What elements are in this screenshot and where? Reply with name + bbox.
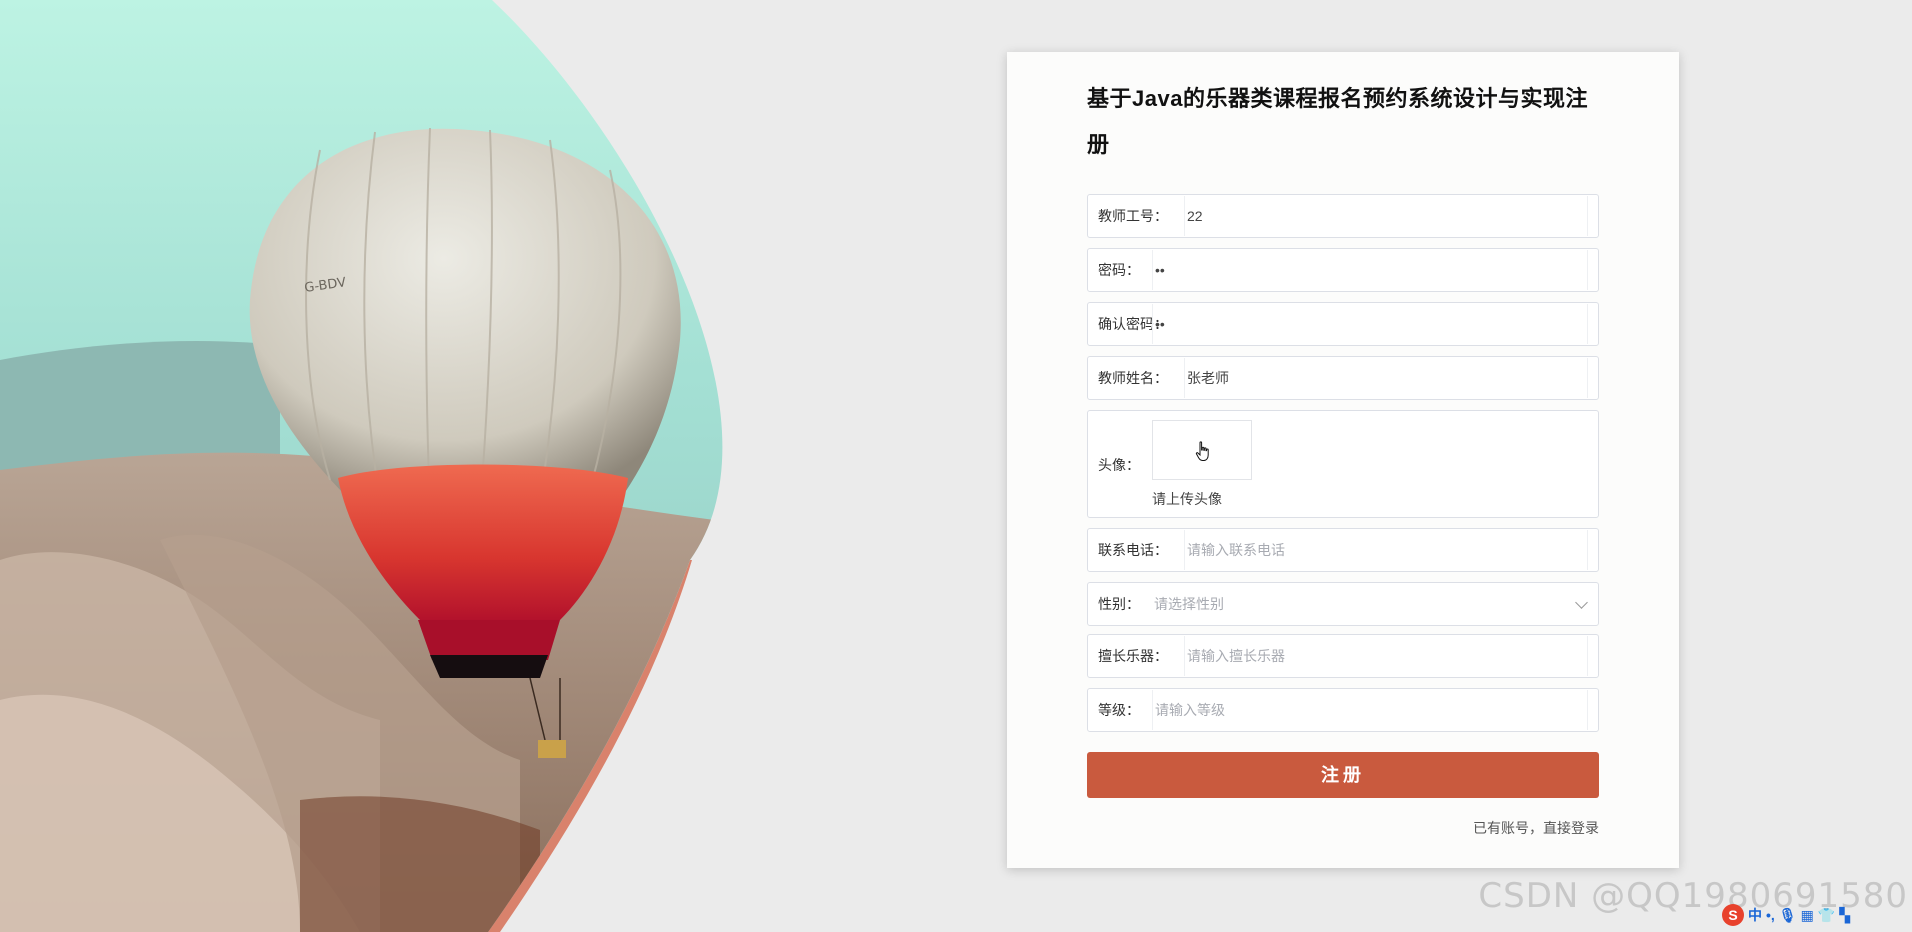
level-label: 等级：	[1098, 702, 1140, 718]
avatar-label: 头像：	[1098, 457, 1140, 473]
toolbox-icon[interactable]: ▚	[1839, 907, 1850, 924]
login-link[interactable]: 已有账号，直接登录	[1473, 818, 1599, 838]
ime-logo-icon[interactable]: S	[1722, 904, 1744, 926]
hand-cursor-icon	[1195, 441, 1209, 461]
teacher-id-label: 教师工号：	[1098, 208, 1168, 224]
instrument-field: 擅长乐器： 请输入擅长乐器	[1087, 634, 1599, 678]
register-button[interactable]: 注册	[1087, 752, 1599, 798]
phone-label: 联系电话：	[1098, 542, 1168, 558]
hero-image: G-BDV	[0, 0, 880, 932]
level-input[interactable]: 请输入等级	[1152, 690, 1588, 730]
gender-label: 性别：	[1098, 596, 1140, 612]
phone-field: 联系电话： 请输入联系电话	[1087, 528, 1599, 572]
punctuation-icon[interactable]: •,	[1766, 907, 1775, 923]
teacher-id-input[interactable]: 22	[1184, 196, 1588, 236]
page-title: 基于Java的乐器类课程报名预约系统设计与实现注册	[1087, 86, 1588, 157]
gender-select[interactable]: 请选择性别	[1152, 584, 1598, 624]
ime-mode-indicator[interactable]: 中	[1748, 905, 1762, 925]
ime-toolbar[interactable]: S 中 •, 🎙 ▦ 👕 ▚	[1722, 904, 1850, 926]
teacher-name-input[interactable]: 张老师	[1184, 358, 1588, 398]
teacher-name-label: 教师姓名：	[1098, 370, 1168, 386]
instrument-label: 擅长乐器：	[1098, 648, 1168, 664]
microphone-icon[interactable]: 🎙	[1779, 907, 1797, 924]
level-field: 等级： 请输入等级	[1087, 688, 1599, 732]
avatar-upload-button[interactable]	[1152, 420, 1252, 480]
teacher-name-field: 教师姓名： 张老师	[1087, 356, 1599, 400]
confirm-password-input[interactable]: ••	[1152, 304, 1588, 344]
keyboard-icon[interactable]: ▦	[1801, 907, 1814, 924]
teacher-id-field: 教师工号： 22	[1087, 194, 1599, 238]
gender-field: 性别： 请选择性别	[1087, 582, 1599, 626]
register-card: 基于Java的乐器类课程报名预约系统设计与实现注册 教师工号： 22 密码： •…	[1007, 52, 1679, 868]
skin-icon[interactable]: 👕	[1818, 907, 1835, 924]
avatar-field: 头像： 请上传头像	[1087, 410, 1599, 518]
password-input[interactable]: ••	[1152, 250, 1588, 290]
confirm-password-field: 确认密码： ••	[1087, 302, 1599, 346]
password-label: 密码：	[1098, 262, 1140, 278]
avatar-upload-hint: 请上传头像	[1152, 491, 1222, 507]
page: G-BDV 基于Java的乐器类课程报名预约系统设计与实现注册 教师工号： 22…	[0, 0, 1912, 932]
phone-input[interactable]: 请输入联系电话	[1184, 530, 1588, 570]
instrument-input[interactable]: 请输入擅长乐器	[1184, 636, 1588, 676]
password-field: 密码： ••	[1087, 248, 1599, 292]
